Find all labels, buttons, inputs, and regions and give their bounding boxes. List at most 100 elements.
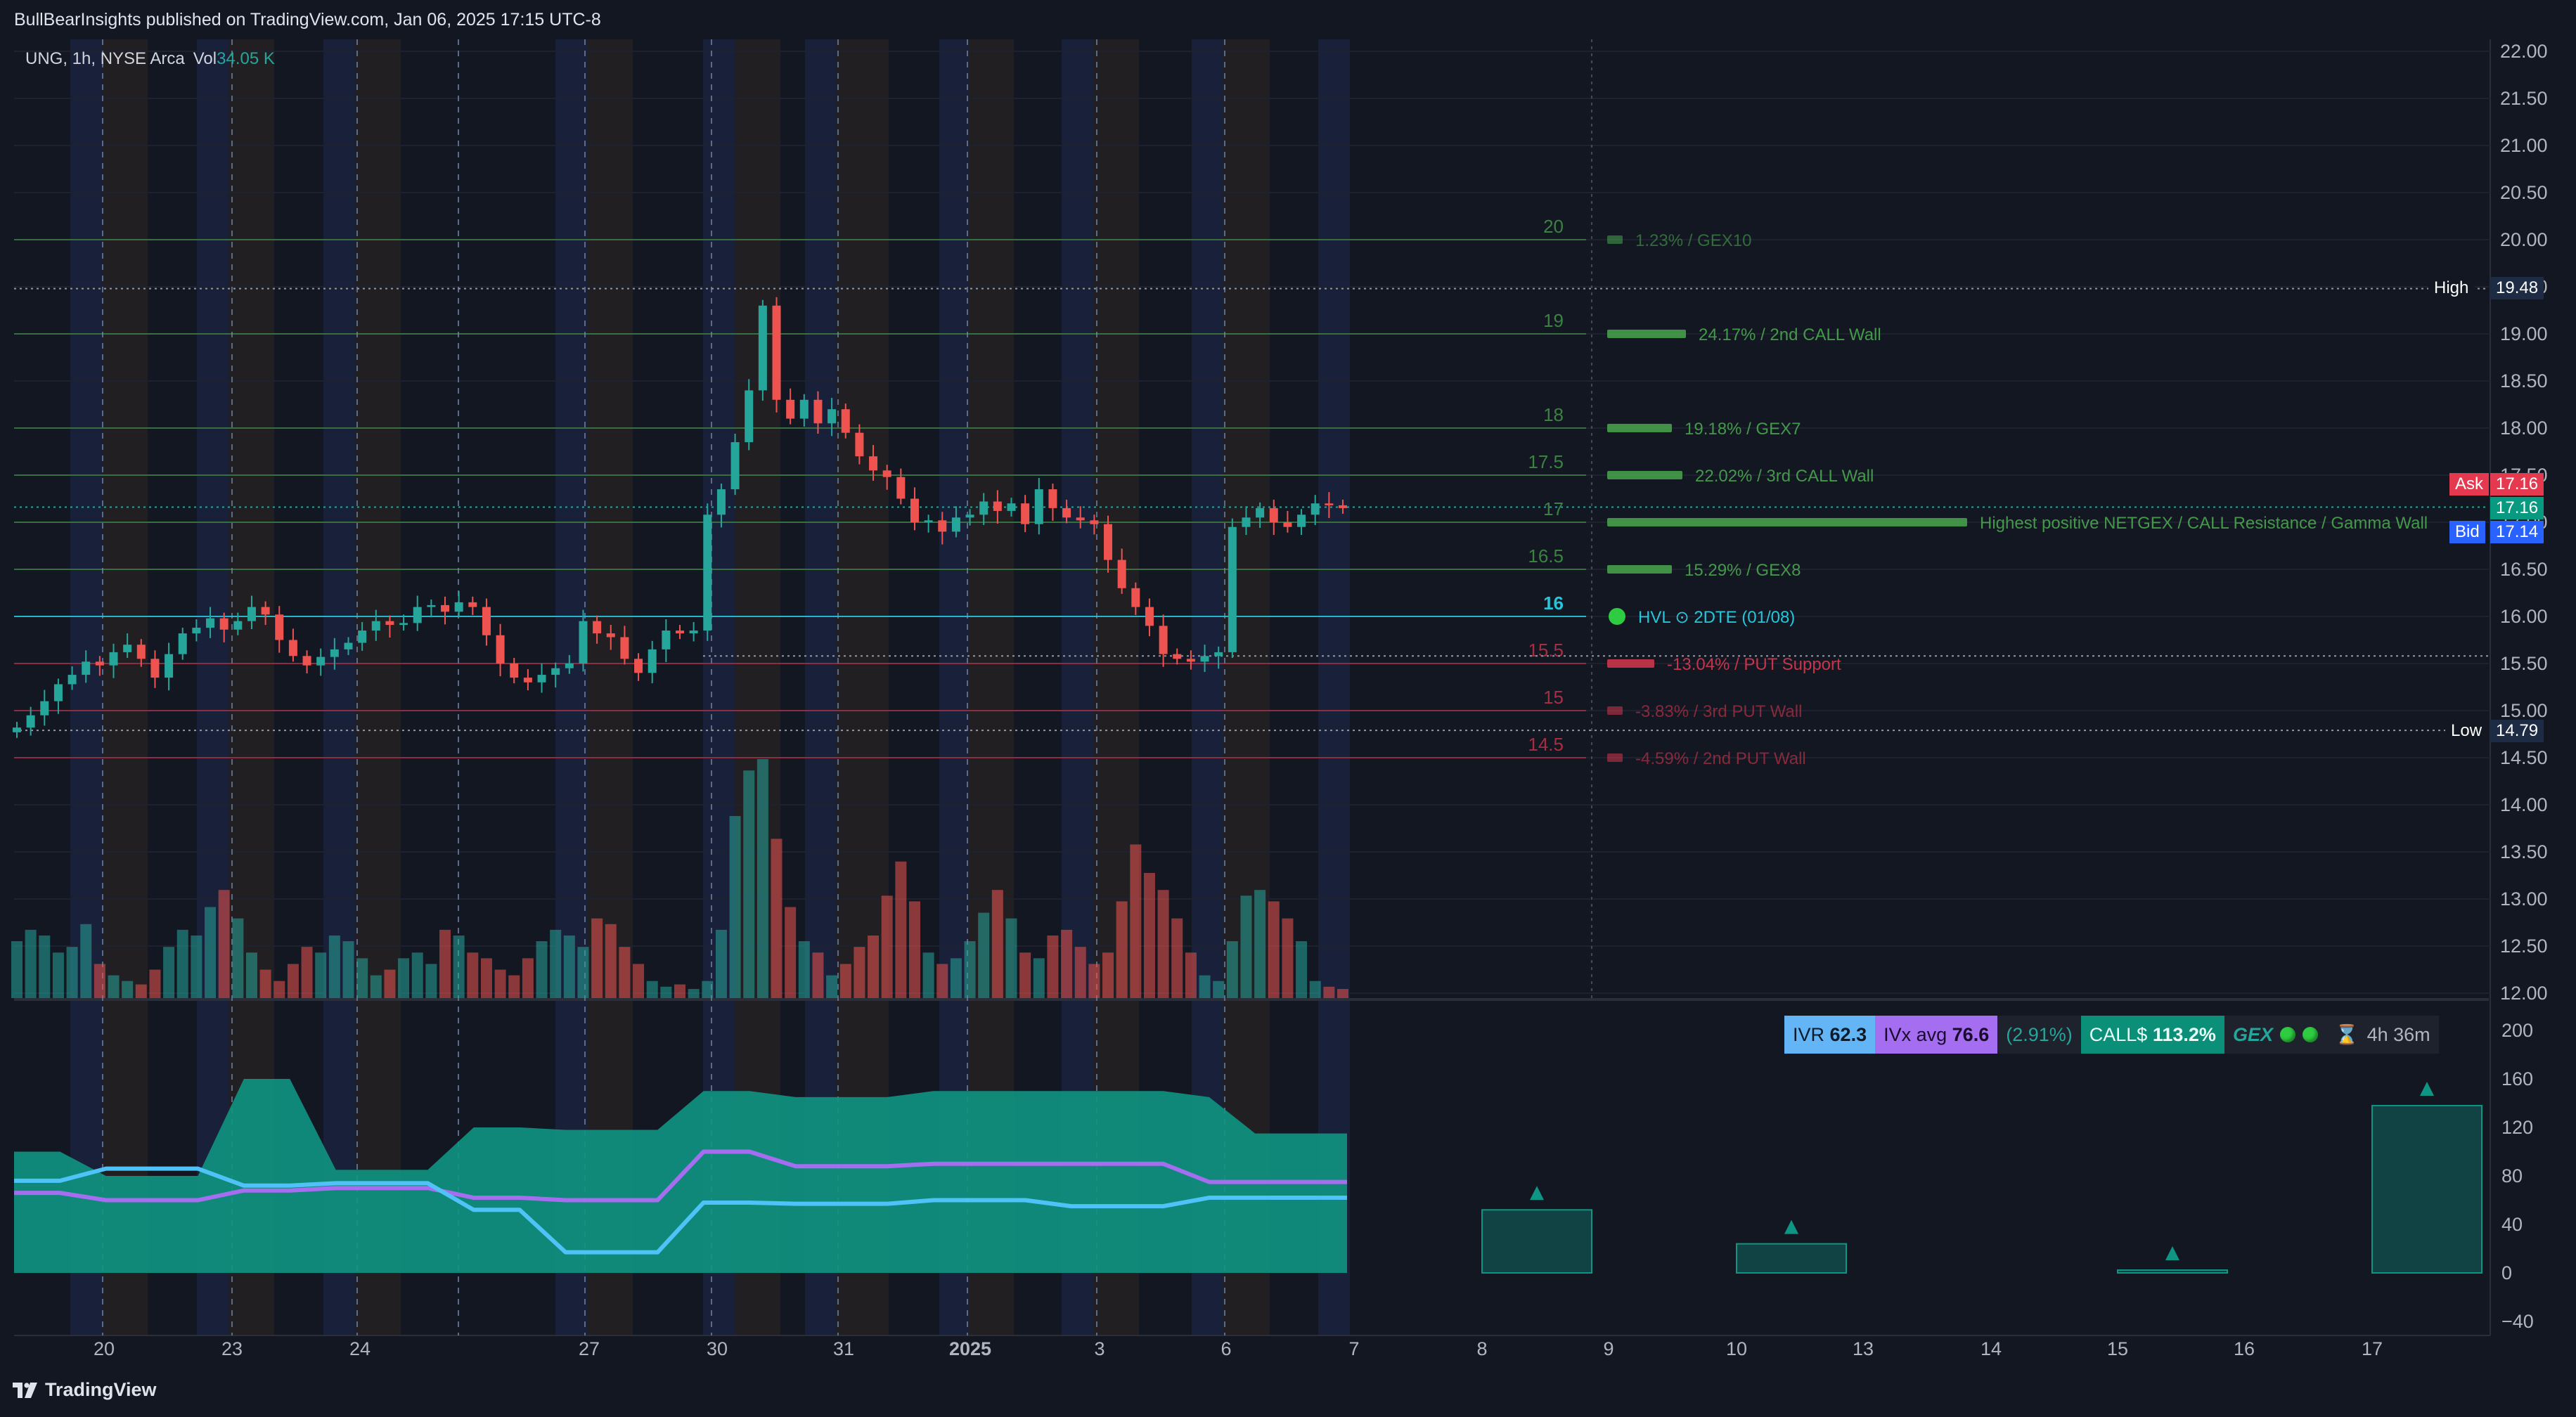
time-tick-label: 13 — [1853, 1338, 1874, 1359]
call-badge: CALL$ 113.2% — [2080, 1016, 2224, 1054]
candle-body — [53, 684, 63, 701]
candle-body — [537, 675, 546, 682]
candle-body — [427, 604, 436, 607]
volume-bar — [1116, 901, 1128, 998]
iv-tick-label: 120 — [2501, 1117, 2533, 1138]
volume-bar — [1254, 890, 1266, 998]
price-tick-label: 19.00 — [2500, 323, 2548, 344]
price-tick-label: 16.00 — [2500, 606, 2548, 627]
candle-body — [13, 727, 21, 732]
candle-body — [896, 477, 906, 499]
time-tick-label: 6 — [1221, 1338, 1231, 1359]
gex-strength-bar — [1607, 330, 1686, 338]
volume-bar — [191, 935, 202, 998]
candle-body — [150, 659, 160, 678]
gex-strength-bar — [1607, 565, 1672, 574]
candle-body — [1034, 489, 1043, 524]
candle-body — [67, 675, 77, 685]
volume-bar — [771, 839, 783, 998]
volume-bar — [729, 815, 741, 998]
candle-body — [165, 654, 174, 678]
candle-body — [482, 607, 491, 635]
candle-body — [676, 630, 684, 634]
volume-bar — [950, 958, 962, 998]
gex-level-label: 19.18% / GEX7 — [1685, 420, 1801, 439]
volume-bar — [1130, 844, 1142, 998]
candle-body — [233, 621, 243, 630]
chart-canvas[interactable]: 20 1.23% / GEX10 19 24.17% / 2nd CALL Wall 1… — [0, 0, 2576, 1417]
volume-bar — [245, 952, 257, 998]
candle-body — [219, 618, 228, 630]
last-price-tag: 17.16 — [2490, 497, 2544, 519]
gex-strike-label: 20 — [1543, 216, 1564, 237]
candle-body — [924, 520, 933, 522]
time-tick-label: 24 — [349, 1338, 371, 1359]
candle-body — [1007, 503, 1016, 511]
session-band — [323, 39, 355, 1335]
volume-bar — [1019, 952, 1031, 998]
tradingview-logo[interactable]: TradingView — [13, 1379, 157, 1401]
gex-strength-bar — [1607, 235, 1623, 244]
future-iv-bar — [2371, 1104, 2482, 1274]
gex-strike-label: 15 — [1543, 687, 1564, 708]
ask-value-tag: 17.16 — [2490, 473, 2544, 496]
volume-bar — [715, 929, 727, 998]
volume-bar — [550, 929, 562, 998]
candle-body — [206, 618, 215, 628]
future-iv-bar — [1481, 1209, 1592, 1274]
candle-body — [344, 642, 353, 649]
gex-strike-label: 14.5 — [1528, 734, 1564, 755]
candle-body — [399, 623, 408, 626]
candle-body — [799, 399, 809, 419]
candle-body — [385, 621, 394, 626]
volume-bar — [936, 964, 948, 998]
low-label-tag: Low — [2445, 720, 2488, 742]
candle-body — [1090, 520, 1099, 524]
candle-body — [662, 630, 671, 649]
volume-bar — [839, 964, 851, 998]
gex-strength-bar — [1607, 706, 1623, 715]
volume-bar — [398, 958, 410, 998]
bid-value-tag: 17.14 — [2490, 521, 2544, 543]
volume-bar — [287, 964, 299, 998]
candle-body — [523, 678, 532, 682]
gex-strike-label: 16.5 — [1528, 545, 1564, 567]
candle-body — [772, 305, 781, 400]
volume-bar — [854, 947, 865, 998]
volume-bar — [1061, 929, 1073, 998]
candle-body — [1200, 656, 1209, 662]
candle-body — [136, 645, 146, 659]
volume-bar — [453, 935, 465, 998]
time-tick-label: 2025 — [949, 1338, 991, 1359]
candle-body — [1104, 524, 1113, 560]
gex-strength-bar — [1607, 659, 1654, 668]
volume-bar — [743, 770, 755, 998]
volume-bar — [1088, 964, 1100, 998]
candle-body — [510, 664, 519, 678]
volume-bar — [176, 929, 188, 998]
volume-bar — [812, 952, 824, 998]
gex-strike-label: 18 — [1543, 404, 1564, 425]
volume-bar — [205, 907, 217, 998]
candle-body — [1297, 515, 1306, 527]
candle-body — [689, 630, 698, 634]
volume-bar — [908, 901, 920, 998]
session-band — [70, 39, 102, 1335]
volume-bar — [122, 981, 134, 998]
candle-body — [468, 602, 477, 607]
candle-body — [648, 649, 657, 673]
candle-body — [1228, 526, 1237, 652]
volume-bar — [273, 981, 285, 998]
candle-body — [82, 661, 91, 675]
volume-bar — [39, 935, 51, 998]
price-tick-label: 12.00 — [2500, 983, 2548, 1004]
candle-body — [716, 489, 726, 515]
ask-label-tag: Ask — [2449, 473, 2490, 496]
volume-bar — [1102, 952, 1114, 998]
candle-body — [358, 630, 367, 643]
hvl-dot-icon — [1609, 608, 1625, 625]
volume-bar — [563, 935, 575, 998]
price-tick-label: 18.00 — [2500, 418, 2548, 439]
price-tick-label: 21.50 — [2500, 88, 2548, 109]
price-tick-label: 14.50 — [2500, 747, 2548, 768]
